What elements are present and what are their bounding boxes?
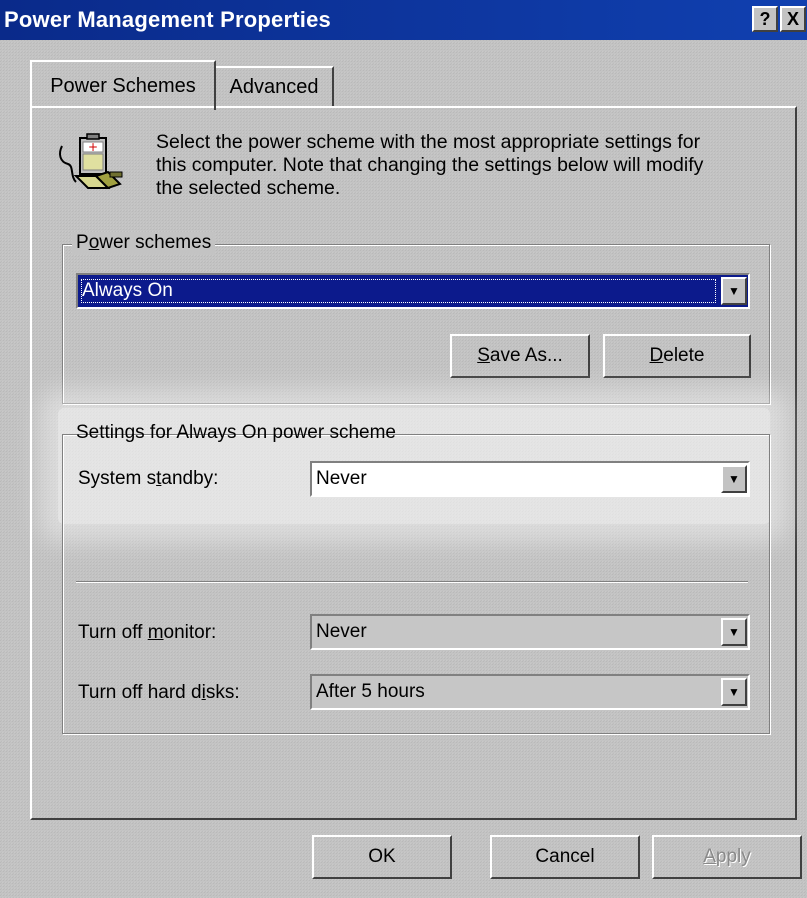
tab-label: Power Schemes <box>50 74 196 97</box>
intro-line-3: the selected scheme. <box>156 177 341 199</box>
chevron-down-icon[interactable]: ▼ <box>721 678 747 706</box>
turn-off-monitor-label: Turn off monitor: <box>78 622 217 643</box>
turn-off-hard-disks-label: Turn off hard disks: <box>78 682 240 703</box>
ok-button[interactable]: OK <box>312 835 452 879</box>
power-plug-battery-icon: + <box>59 133 123 190</box>
turn-off-monitor-dropdown[interactable]: Never ▼ <box>310 614 750 650</box>
help-button[interactable]: ? <box>752 6 778 32</box>
power-management-dialog: Power Management Properties ? X Power Sc… <box>0 0 807 898</box>
power-schemes-group <box>62 244 770 404</box>
system-standby-value: Never <box>316 468 367 489</box>
intro-text: Select the power scheme with the most ap… <box>156 131 766 200</box>
power-schemes-label: Power schemes <box>72 232 216 254</box>
turn-off-hard-disks-value: After 5 hours <box>316 681 425 702</box>
settings-group-label: Settings for Always On power scheme <box>76 422 396 443</box>
separator <box>76 581 748 583</box>
system-standby-dropdown[interactable]: Never ▼ <box>310 461 750 497</box>
turn-off-hard-disks-dropdown[interactable]: After 5 hours ▼ <box>310 674 750 710</box>
title-bar[interactable]: Power Management Properties ? X <box>0 0 807 40</box>
delete-button[interactable]: Delete <box>603 334 751 378</box>
cancel-button[interactable]: Cancel <box>490 835 640 879</box>
tab-advanced[interactable]: Advanced <box>214 66 334 106</box>
apply-button[interactable]: Apply <box>652 835 802 879</box>
close-button[interactable]: X <box>780 6 806 32</box>
svg-text:+: + <box>88 140 98 154</box>
intro-line-2: this computer. Note that changing the se… <box>156 154 704 176</box>
window-title: Power Management Properties <box>4 7 331 32</box>
save-as-button[interactable]: Save As... <box>450 334 590 378</box>
chevron-down-icon[interactable]: ▼ <box>721 618 747 646</box>
power-scheme-dropdown[interactable]: Always On ▼ <box>76 273 750 309</box>
intro-line-1: Select the power scheme with the most ap… <box>156 131 701 153</box>
system-standby-label: System standby: <box>78 468 219 489</box>
tab-power-schemes[interactable]: Power Schemes <box>30 60 216 110</box>
power-scheme-value: Always On <box>81 279 716 303</box>
tab-label: Advanced <box>229 75 319 98</box>
chevron-down-icon[interactable]: ▼ <box>721 277 747 305</box>
turn-off-monitor-value: Never <box>316 621 367 642</box>
chevron-down-icon[interactable]: ▼ <box>721 465 747 493</box>
